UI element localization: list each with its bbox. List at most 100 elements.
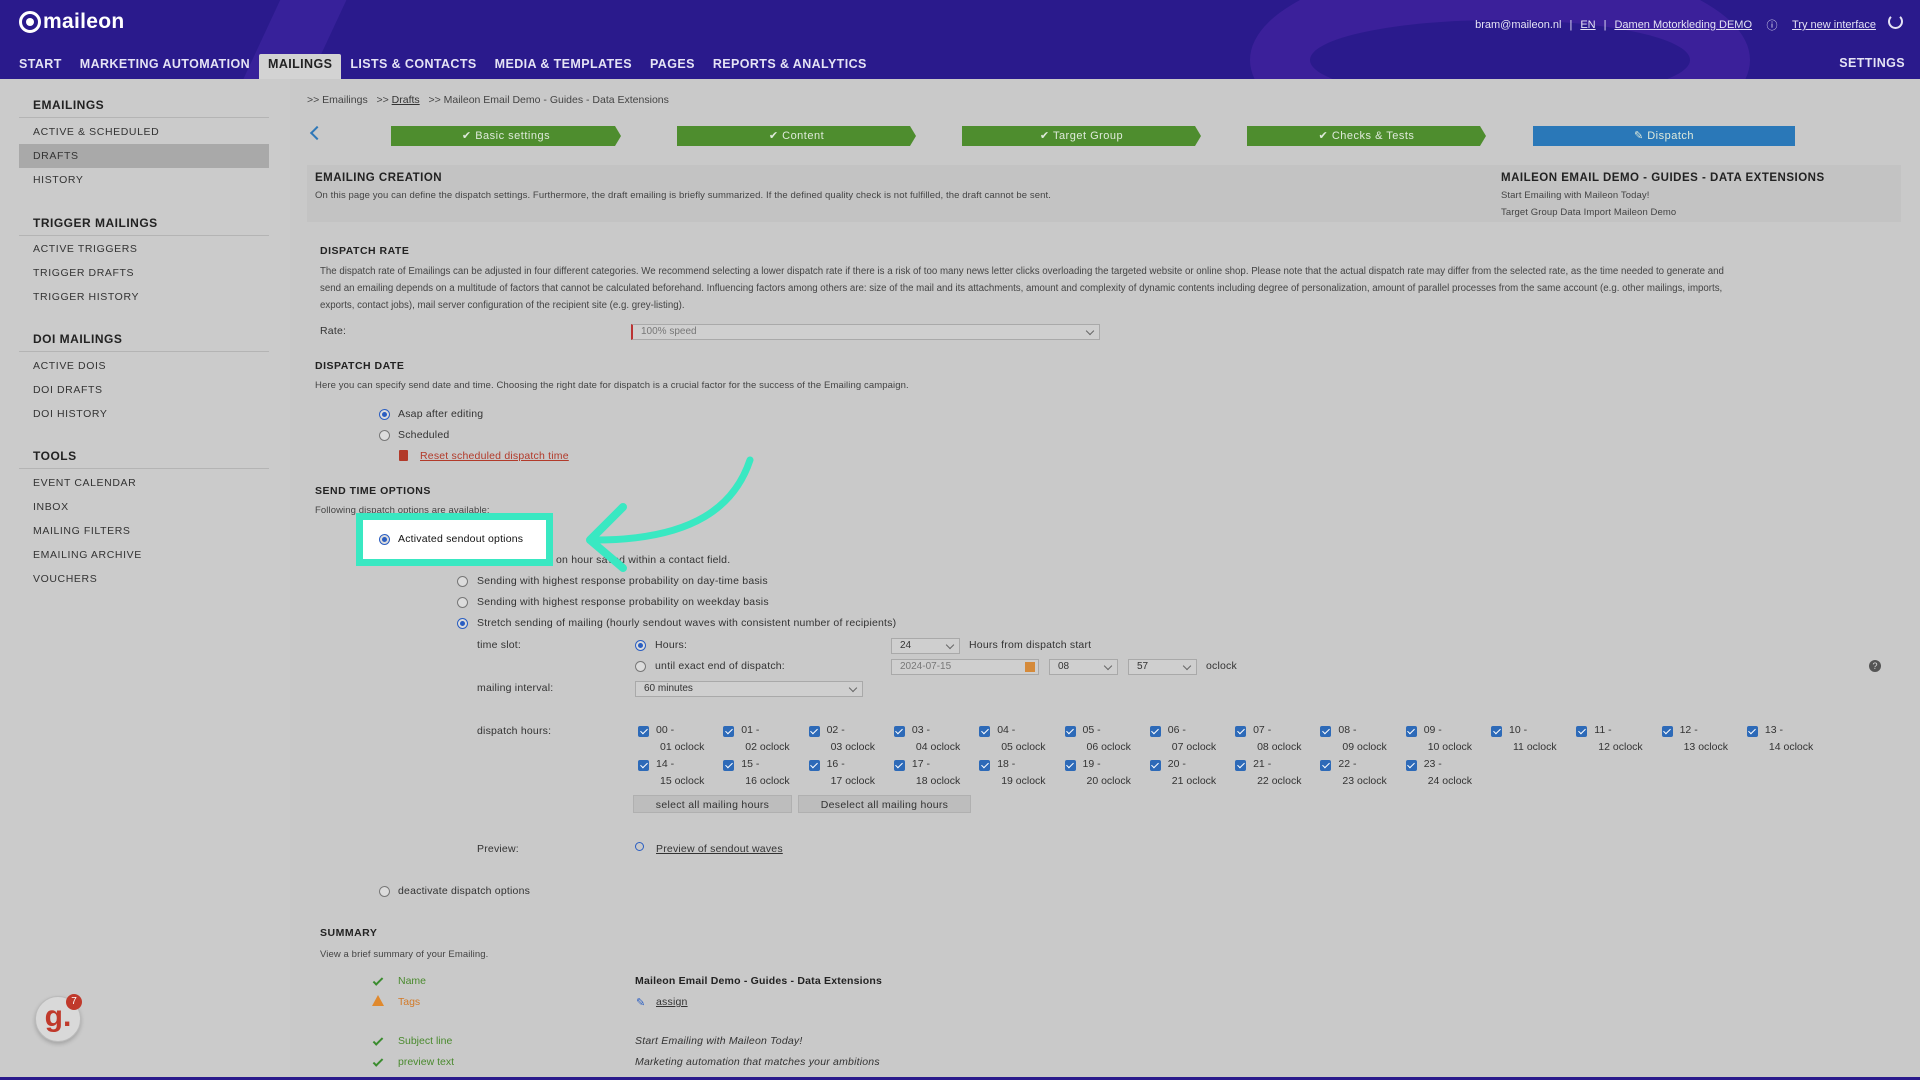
until-hour-select[interactable]: 08 bbox=[1049, 659, 1118, 675]
dispatch-rate-desc-line: exports, contact jobs), mail server conf… bbox=[320, 300, 685, 311]
dispatch-hour-end: 22 oclock bbox=[1257, 775, 1302, 787]
select-all-hours-button[interactable]: select all mailing hours bbox=[633, 795, 792, 813]
sidebar-item-active-scheduled[interactable]: ACTIVE & SCHEDULED bbox=[19, 120, 269, 144]
sidebar-item-trigger-history[interactable]: TRIGGER HISTORY bbox=[19, 285, 269, 309]
dispatch-hour-checkbox[interactable] bbox=[808, 760, 820, 771]
dispatch-hour-checkbox[interactable] bbox=[1576, 726, 1588, 737]
dispatch-hour-checkbox[interactable] bbox=[979, 760, 991, 771]
sidebar-item-active-triggers[interactable]: ACTIVE TRIGGERS bbox=[19, 237, 269, 261]
reset-scheduled-link[interactable]: Reset scheduled dispatch time bbox=[420, 450, 569, 462]
dispatch-hour-label: 17 - 18 oclock bbox=[912, 756, 960, 790]
nav-pages[interactable]: PAGES bbox=[641, 54, 704, 79]
language-link[interactable]: EN bbox=[1580, 19, 1595, 31]
dispatch-hour-checkbox[interactable] bbox=[1320, 760, 1332, 771]
dispatch-hour-checkbox[interactable] bbox=[1064, 726, 1076, 737]
step-basic-settings[interactable]: ✔ Basic settings bbox=[391, 126, 621, 146]
dispatch-hour-start: 09 - bbox=[1423, 724, 1442, 736]
dispatch-hour-checkbox[interactable] bbox=[723, 726, 735, 737]
step-checks-tests[interactable]: ✔ Checks & Tests bbox=[1247, 126, 1486, 146]
logout-icon[interactable] bbox=[1888, 14, 1903, 29]
step-label: Dispatch bbox=[1647, 130, 1695, 142]
maileon-logo[interactable]: maileon bbox=[19, 10, 124, 34]
preview-sendout-waves-link[interactable]: Preview of sendout waves bbox=[656, 843, 783, 855]
dispatch-hour-checkbox[interactable] bbox=[1064, 760, 1076, 771]
scheduled-label: Scheduled bbox=[398, 429, 450, 441]
summary-tags-assign-link[interactable]: assign bbox=[656, 996, 688, 1008]
mailing-interval-select[interactable]: 60 minutes bbox=[635, 681, 863, 697]
dispatch-hour-checkbox[interactable] bbox=[1661, 726, 1673, 737]
sidebar-item-history[interactable]: HISTORY bbox=[19, 168, 269, 192]
weekday-radio[interactable] bbox=[457, 597, 468, 608]
asap-radio[interactable] bbox=[379, 409, 390, 420]
rate-select[interactable]: 100% speed bbox=[631, 324, 1100, 340]
info-icon[interactable]: ⓘ bbox=[1760, 17, 1784, 33]
pencil-icon[interactable]: ✎ bbox=[636, 996, 645, 1009]
summary-desc: View a brief summary of your Emailing. bbox=[320, 949, 489, 960]
hours-select[interactable]: 24 bbox=[891, 638, 960, 654]
nav-reports-analytics[interactable]: REPORTS & ANALYTICS bbox=[704, 54, 876, 79]
dispatch-hour-label: 16 - 17 oclock bbox=[827, 756, 875, 790]
activated-sendout-radio[interactable] bbox=[379, 534, 390, 545]
activated-sendout-label: Activated sendout options bbox=[398, 533, 524, 545]
try-new-interface-link[interactable]: Try new interface bbox=[1792, 19, 1876, 31]
dispatch-hour-checkbox[interactable] bbox=[1746, 726, 1758, 737]
sidebar-item-doi-history[interactable]: DOI HISTORY bbox=[19, 402, 269, 426]
dispatch-hour-checkbox[interactable] bbox=[723, 760, 735, 771]
sidebar-item-inbox[interactable]: INBOX bbox=[19, 495, 269, 519]
nav-lists-contacts[interactable]: LISTS & CONTACTS bbox=[341, 54, 485, 79]
nav-marketing-automation[interactable]: MARKETING AUTOMATION bbox=[71, 54, 259, 79]
calendar-icon[interactable] bbox=[1025, 662, 1035, 672]
nav-settings[interactable]: SETTINGS bbox=[1839, 56, 1905, 70]
scheduled-radio[interactable] bbox=[379, 430, 390, 441]
sidebar-item-event-calendar[interactable]: EVENT CALENDAR bbox=[19, 471, 269, 495]
dispatch-hour-checkbox[interactable] bbox=[638, 726, 649, 737]
dispatch-hour-checkbox[interactable] bbox=[1405, 760, 1417, 771]
dispatch-hour-checkbox[interactable] bbox=[1149, 726, 1161, 737]
dispatch-rate-desc-line: send an emailing depends on a multitude … bbox=[320, 283, 1723, 294]
dispatch-hour-checkbox[interactable] bbox=[893, 726, 905, 737]
dispatch-hour-checkbox[interactable] bbox=[1405, 726, 1417, 737]
dispatch-hour-label: 03 - 04 oclock bbox=[912, 722, 960, 756]
sidebar-item-trigger-drafts[interactable]: TRIGGER DRAFTS bbox=[19, 261, 269, 285]
dispatch-date-title: DISPATCH DATE bbox=[315, 360, 405, 372]
step-content[interactable]: ✔ Content bbox=[677, 126, 916, 146]
step-target-group[interactable]: ✔ Target Group bbox=[962, 126, 1201, 146]
account-link[interactable]: Damen Motorkleding DEMO bbox=[1614, 19, 1752, 31]
dispatch-hour-checkbox[interactable] bbox=[638, 760, 649, 771]
breadcrumb-drafts-link[interactable]: Drafts bbox=[392, 94, 420, 106]
sidebar-item-vouchers[interactable]: VOUCHERS bbox=[19, 567, 269, 591]
dispatch-hour-label: 20 - 21 oclock bbox=[1168, 756, 1216, 790]
until-radio[interactable] bbox=[635, 661, 646, 672]
hours-radio[interactable] bbox=[635, 640, 646, 651]
dispatch-hour-checkbox[interactable] bbox=[1149, 760, 1161, 771]
sidebar-item-drafts[interactable]: DRAFTS bbox=[19, 144, 269, 168]
sidebar-item-doi-drafts[interactable]: DOI DRAFTS bbox=[19, 378, 269, 402]
mailing-target-group: Target Group Data Import Maileon Demo bbox=[1501, 207, 1677, 218]
sidebar-item-active-dois[interactable]: ACTIVE DOIS bbox=[19, 354, 269, 378]
dispatch-hour-checkbox[interactable] bbox=[979, 726, 991, 737]
dispatch-hour-checkbox[interactable] bbox=[1235, 760, 1247, 771]
until-minute-select[interactable]: 57 bbox=[1128, 659, 1197, 675]
stretch-radio[interactable] bbox=[457, 618, 468, 629]
help-icon[interactable]: ? bbox=[1869, 660, 1881, 672]
dispatch-hour-checkbox[interactable] bbox=[893, 760, 905, 771]
dispatch-hour-label: 05 - 06 oclock bbox=[1083, 722, 1131, 756]
nav-media-templates[interactable]: MEDIA & TEMPLATES bbox=[486, 54, 641, 79]
dispatch-hour-checkbox[interactable] bbox=[1235, 726, 1247, 737]
step-dispatch[interactable]: ✎ Dispatch bbox=[1533, 126, 1795, 146]
until-date-input[interactable]: 2024-07-15 bbox=[891, 659, 1039, 675]
deactivate-radio[interactable] bbox=[379, 886, 390, 897]
dispatch-hour-label: 15 - 16 oclock bbox=[741, 756, 789, 790]
nav-start[interactable]: START bbox=[10, 54, 71, 79]
sidebar-item-emailing-archive[interactable]: EMAILING ARCHIVE bbox=[19, 543, 269, 567]
until-hour-value: 08 bbox=[1058, 661, 1070, 672]
dispatch-hour-checkbox[interactable] bbox=[1320, 726, 1332, 737]
sidebar-item-mailing-filters[interactable]: MAILING FILTERS bbox=[19, 519, 269, 543]
dispatch-hour-end: 03 oclock bbox=[830, 741, 875, 753]
daytime-radio[interactable] bbox=[457, 576, 468, 587]
dispatch-hour-end: 17 oclock bbox=[830, 775, 875, 787]
deselect-all-hours-button[interactable]: Deselect all mailing hours bbox=[798, 795, 971, 813]
dispatch-hour-checkbox[interactable] bbox=[1491, 726, 1502, 737]
dispatch-hour-checkbox[interactable] bbox=[808, 726, 820, 737]
nav-mailings[interactable]: MAILINGS bbox=[259, 54, 342, 79]
